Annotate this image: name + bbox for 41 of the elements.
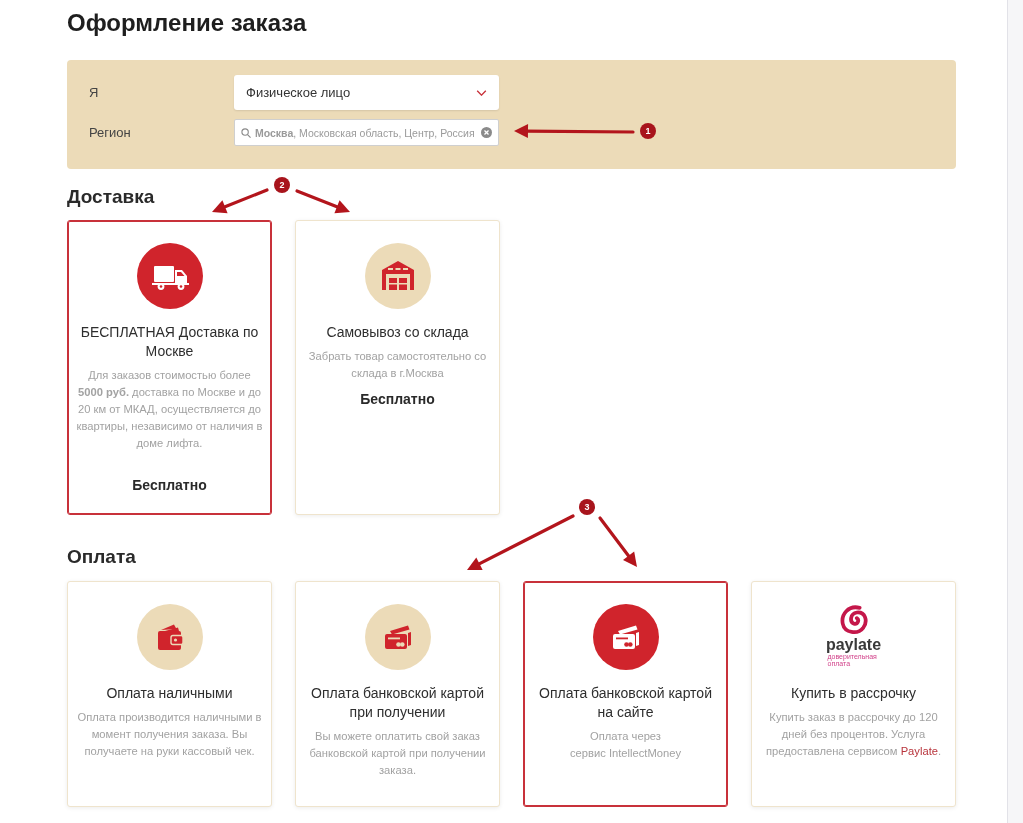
annotation-badge: 2	[274, 177, 290, 193]
logo-wordmark: paylate	[825, 636, 882, 653]
option-description: Забрать товар самостоятельно со склада в г.Москва	[307, 349, 488, 381]
option-card[interactable]: Оплата банковской картой при получении Вы можете оплатить свой заказ банковской картой при получении заказа.	[295, 581, 500, 807]
dropdown-select[interactable]: Физическое лицо	[234, 75, 499, 110]
option-title: Оплата банковской картой при получении	[310, 684, 485, 722]
section-heading: Оплата	[67, 545, 136, 569]
option-title: Оплата банковской картой на сайте	[538, 684, 713, 722]
search-icon	[241, 127, 251, 138]
option-description: Вы можете оплатить свой заказ банковской картой при получении заказа.	[308, 729, 487, 778]
credit-cards-icon	[592, 604, 659, 670]
field-label: Регион	[89, 125, 131, 140]
credit-cards-icon	[364, 604, 431, 670]
option-title: Оплата наличными	[106, 684, 233, 703]
option-card[interactable]: Самовывоз со склада Забрать товар самостоятельно со склада в г.Москва Бесплатно	[295, 220, 500, 515]
annotation-arrow	[295, 189, 350, 214]
section-heading: Доставка	[67, 185, 155, 209]
option-card[interactable]: Оплата наличными Оплата производится наличными в момент получения заказа. Вы получаете на руки кассовый чек.	[67, 581, 272, 807]
option-price: Бесплатно	[360, 390, 435, 408]
spiral-logo-icon	[838, 604, 869, 636]
option-description: Оплата через сервис IntellectMoney	[569, 729, 682, 761]
option-card[interactable]: Оплата банковской картой на сайте Оплата через сервис IntellectMoney	[523, 581, 728, 807]
annotation-arrow	[598, 516, 637, 567]
clear-icon[interactable]	[481, 127, 492, 138]
chevron-down-icon	[476, 89, 487, 96]
option-description: Оплата производится наличными в момент получения заказа. Вы получаете на руки кассовый чек.	[76, 710, 263, 759]
truck-icon	[136, 243, 203, 309]
option-title: Самовывоз со склада	[326, 323, 469, 342]
wallet-icon	[136, 604, 203, 670]
option-title: БЕСПЛАТНАЯ Доставка по Москве	[79, 323, 260, 361]
page-title: Оформление заказа	[67, 8, 307, 38]
option-description: Для заказов стоимостью более 5000 руб. доставка по Москве и до 20 км от МКАД, осуществляется до квартиры, независимо от наличия в доме лифта.	[76, 368, 263, 451]
paylate-link[interactable]: Paylate	[900, 745, 938, 757]
warehouse-icon	[364, 243, 431, 309]
option-description: Купить заказ в рассрочку до 120 дней без процентов. Услуга предоставлена сервисом Paylate.	[764, 710, 943, 759]
annotation-arrow	[212, 188, 269, 214]
option-title: Купить в рассрочку	[791, 684, 916, 703]
annotation-badge: 3	[579, 499, 595, 515]
option-price: Бесплатно	[132, 476, 207, 494]
option-card[interactable]: БЕСПЛАТНАЯ Доставка по Москве Для заказов стоимостью более 5000 руб. доставка по Москве и до 20 км от МКАД, осуществляется до квартиры, независимо от наличия в доме лифта. Бесплатно	[67, 220, 272, 515]
field-label: Я	[89, 85, 99, 100]
